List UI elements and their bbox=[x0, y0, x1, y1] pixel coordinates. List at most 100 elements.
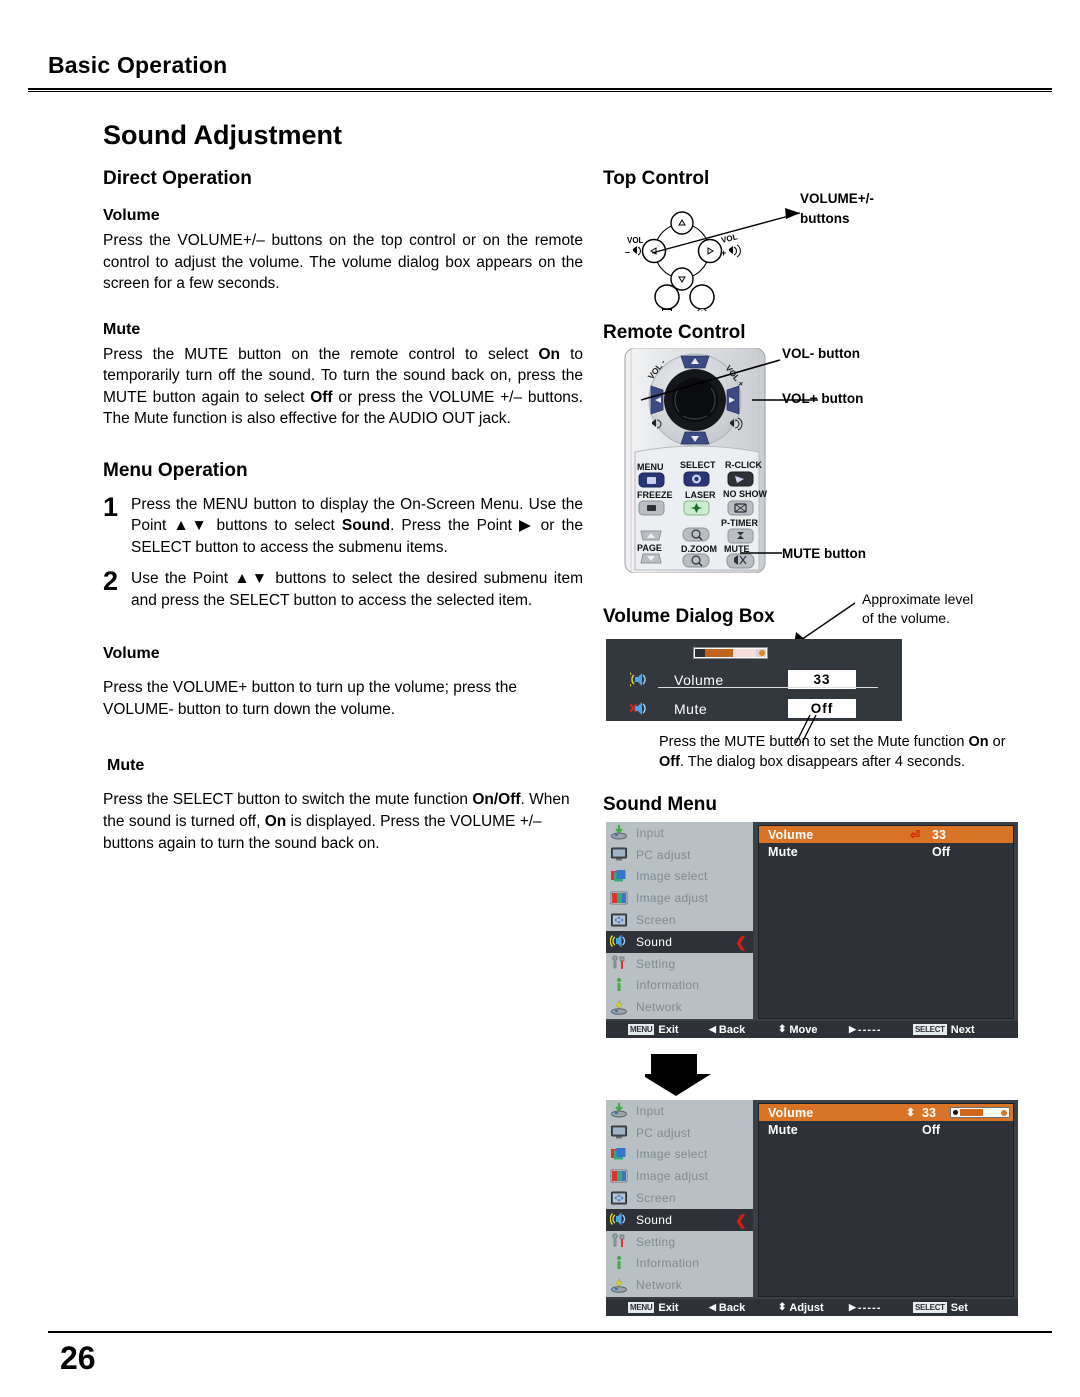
sound-icon bbox=[609, 933, 630, 950]
volume-dialog-label-volume: Volume bbox=[674, 671, 724, 688]
osd-bottom-bar-2: MENU Exit ◀ Back ⬍ Adjust ▶ - - - - - SE… bbox=[606, 1299, 1018, 1316]
sidebar-label: Sound bbox=[636, 1212, 673, 1227]
osd-bottom-label: Adjust bbox=[789, 1301, 824, 1314]
mute-text-1: Press the MUTE button on the remote cont… bbox=[103, 345, 539, 363]
page-title: Sound Adjustment bbox=[103, 120, 342, 150]
monitor-icon bbox=[610, 1124, 630, 1141]
sidebar-item-input[interactable]: Input bbox=[606, 1100, 753, 1122]
left-column: Direct Operation Volume Press the VOLUME… bbox=[103, 168, 583, 855]
triangle-left-icon: ◀ bbox=[709, 1302, 716, 1312]
sidebar-label: Screen bbox=[636, 913, 676, 928]
osd-bottom-back[interactable]: ◀ Back bbox=[709, 1024, 745, 1036]
top-control-callout: VOLUME+/- buttons bbox=[800, 190, 874, 227]
sidebar-item-information[interactable]: Information bbox=[606, 975, 753, 997]
volume-dialog-slider[interactable] bbox=[693, 647, 768, 659]
osd-row-mute-1[interactable]: Mute Off bbox=[759, 843, 1013, 860]
step-item: 1 Press the MENU button to display the O… bbox=[103, 493, 583, 559]
sidebar-item-setting[interactable]: Setting bbox=[606, 953, 753, 975]
osd-bottom-label: Exit bbox=[658, 1301, 679, 1314]
osd-sidebar-1: Input PC adjust Image select Image adjus… bbox=[606, 822, 753, 1019]
osd-row-value: Off bbox=[932, 844, 951, 859]
osd-main-panel-1: Volume ⏎ 33 Mute Off bbox=[758, 825, 1014, 1019]
updown-arrow-icon: ⬍ bbox=[778, 1302, 787, 1313]
osd-row-mute-2[interactable]: Mute Off bbox=[759, 1121, 1013, 1138]
sidebar-label: Setting bbox=[636, 1234, 676, 1249]
sidebar-label: Image select bbox=[636, 869, 708, 884]
menu-mute-heading: Mute bbox=[107, 757, 145, 774]
osd-bottom-exit[interactable]: MENU Exit bbox=[628, 1024, 679, 1036]
network-icon bbox=[610, 1277, 630, 1294]
input-icon bbox=[610, 1102, 630, 1119]
volume-dialog-label-mute: Mute bbox=[674, 700, 708, 717]
sidebar-item-sound[interactable]: Sound ❮ bbox=[606, 1208, 753, 1231]
section-menu-operation-heading: Menu Operation bbox=[103, 459, 248, 481]
triangle-right-icon: ▶ bbox=[849, 1024, 856, 1034]
step-text: Press the MENU button to display the On-… bbox=[131, 494, 583, 559]
sidebar-item-image-adjust[interactable]: Image adjust bbox=[606, 887, 753, 909]
sidebar-item-setting[interactable]: Setting bbox=[606, 1231, 753, 1253]
svg-text:–: – bbox=[625, 247, 630, 257]
volume-dialog-row-mute: Mute Off bbox=[606, 692, 902, 725]
osd-bottom-move[interactable]: ⬍ Move bbox=[778, 1024, 818, 1036]
sidebar-label: PC adjust bbox=[636, 1125, 691, 1140]
chevron-left-icon: ❮ bbox=[734, 1211, 747, 1228]
sidebar-item-image-select[interactable]: Image select bbox=[606, 866, 753, 888]
step-item: 2 Use the Point ▲▼ buttons to select the… bbox=[103, 568, 583, 611]
sidebar-item-screen[interactable]: Screen bbox=[606, 1187, 753, 1209]
updown-arrow-icon: ⬍ bbox=[906, 1107, 916, 1119]
remote-callout-mute: MUTE button bbox=[782, 546, 866, 561]
osd-bottom-select[interactable]: SELECT Next bbox=[913, 1024, 975, 1036]
setting-icon bbox=[610, 955, 630, 972]
sidebar-item-information[interactable]: Information bbox=[606, 1253, 753, 1275]
osd-volume-slider[interactable] bbox=[950, 1107, 1010, 1118]
screen-icon bbox=[610, 912, 630, 929]
step1-bold-sound: Sound bbox=[341, 517, 391, 534]
sidebar-label: Image select bbox=[636, 1147, 708, 1162]
osd-bottom-label: Next bbox=[950, 1023, 975, 1036]
slider-left-cap bbox=[695, 649, 705, 657]
top-control-callout-line2: buttons bbox=[800, 211, 850, 226]
osd-row-volume-1[interactable]: Volume ⏎ 33 bbox=[759, 826, 1013, 843]
monitor-icon bbox=[610, 846, 630, 863]
osd-bottom-adjust[interactable]: ⬍ Adjust bbox=[778, 1302, 824, 1314]
slider-knob[interactable] bbox=[759, 650, 765, 656]
mute-bold-off: Off bbox=[310, 388, 333, 406]
volume-dialog-note: Press the MUTE button to set the Mute fu… bbox=[659, 732, 1009, 772]
sidebar-item-network[interactable]: Network bbox=[606, 1274, 753, 1296]
triangle-left-icon: ◀ bbox=[709, 1024, 716, 1034]
osd-bottom-label: - - - - - bbox=[857, 1023, 881, 1036]
sidebar-item-image-select[interactable]: Image select bbox=[606, 1144, 753, 1166]
osd-row-label: Volume bbox=[768, 1105, 814, 1120]
osd-row-volume-2[interactable]: Volume ⬍ 33 bbox=[759, 1104, 1013, 1121]
sidebar-label: Image adjust bbox=[636, 891, 709, 906]
dialog-note-bold-on: On bbox=[968, 734, 989, 750]
top-control-svg: VOL – VOL + bbox=[625, 208, 801, 318]
sidebar-item-network[interactable]: Network bbox=[606, 996, 753, 1018]
osd-bottom-next-dots[interactable]: ▶ - - - - - bbox=[849, 1302, 880, 1314]
dialog-note-3: . The dialog box disappears after 4 seco… bbox=[679, 754, 966, 770]
sidebar-item-sound[interactable]: Sound ❮ bbox=[606, 930, 753, 953]
slider-track bbox=[733, 649, 756, 657]
direct-mute-heading: Mute bbox=[103, 320, 141, 338]
step-text: Use the Point ▲▼ buttons to select the d… bbox=[131, 570, 583, 609]
menu-mute-text: Press the SELECT button to switch the mu… bbox=[103, 789, 583, 855]
osd-bottom-label: Back bbox=[718, 1301, 746, 1314]
image-adjust-icon bbox=[610, 1168, 630, 1185]
sidebar-item-image-adjust[interactable]: Image adjust bbox=[606, 1165, 753, 1187]
volume-dialog-heading: Volume Dialog Box bbox=[603, 606, 775, 627]
osd-bottom-exit[interactable]: MENU Exit bbox=[628, 1302, 679, 1314]
remote-callout-vol-plus: VOL+ button bbox=[782, 391, 864, 406]
manual-page: Basic Operation Sound Adjustment Direct … bbox=[0, 0, 1080, 1397]
osd-bottom-select[interactable]: SELECT Set bbox=[913, 1302, 968, 1314]
osd-bottom-label: Set bbox=[950, 1301, 968, 1314]
sidebar-item-pc-adjust[interactable]: PC adjust bbox=[606, 844, 753, 866]
osd-bottom-back[interactable]: ◀ Back bbox=[709, 1302, 745, 1314]
osd-row-label: Mute bbox=[768, 1122, 798, 1137]
sidebar-item-screen[interactable]: Screen bbox=[606, 909, 753, 931]
sidebar-item-pc-adjust[interactable]: PC adjust bbox=[606, 1122, 753, 1144]
osd-bottom-next-dots[interactable]: ▶ - - - - - bbox=[849, 1023, 881, 1036]
input-icon bbox=[610, 824, 630, 841]
sidebar-item-input[interactable]: Input bbox=[606, 822, 753, 844]
chevron-left-icon: ❮ bbox=[734, 933, 747, 950]
slider-knob-left bbox=[953, 1110, 958, 1115]
